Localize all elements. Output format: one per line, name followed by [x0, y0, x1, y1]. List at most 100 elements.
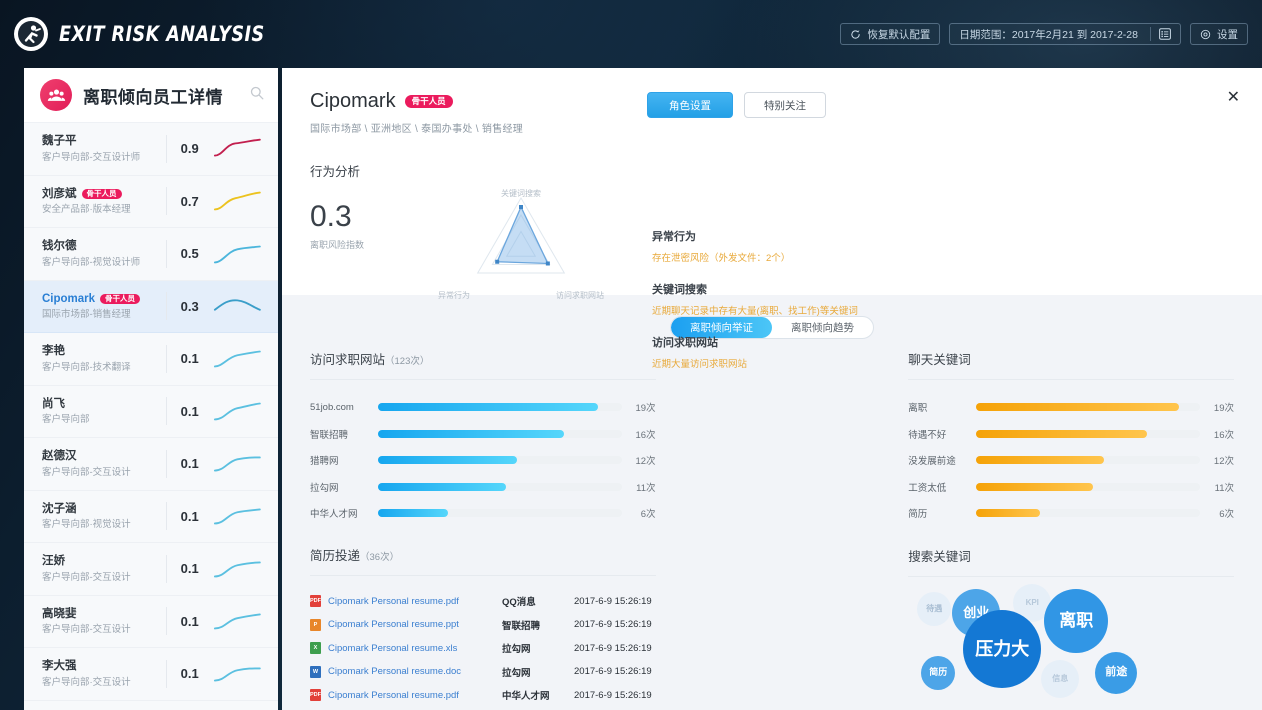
bar-label: 工资太低: [908, 482, 947, 494]
sidebar-item-钱尔德[interactable]: 钱尔德 客户导向部-视觉设计师 0.5: [24, 228, 278, 281]
divider: [165, 344, 167, 373]
resumes-title-text: 简历投递: [310, 548, 361, 563]
employee-info: 刘彦斌 骨干人员 安全产品部·版本经理: [42, 187, 164, 216]
svg-text:访问求职网站: 访问求职网站: [556, 290, 604, 300]
jobsites-title: 访问求职网站（123次）: [310, 349, 656, 368]
resume-list[interactable]: PDF Cipomark Personal resume.pdf QQ消息 2017-…: [310, 590, 656, 708]
keyword-bubble[interactable]: 简历: [921, 655, 956, 690]
bar-fill: [378, 482, 506, 491]
bar-track: [378, 456, 622, 465]
resume-source: QQ消息: [502, 597, 536, 609]
employee-department: 客户导向部-交互设计: [42, 466, 131, 478]
sidebar-item-李大强[interactable]: 李大强 客户导向部·交互设计 0.1: [24, 648, 278, 701]
resume-row[interactable]: P Cipomark Personal resume.ppt 智联招聘 2017-6-…: [310, 613, 656, 637]
risk-sparkline: [214, 613, 262, 630]
employee-risk-score: 0.1: [180, 456, 199, 472]
resume-file-name[interactable]: Cipomark Personal resume.pdf: [328, 690, 502, 701]
employee-info: 钱尔德客户导向部-视觉设计师: [42, 239, 164, 268]
resume-row[interactable]: W Cipomark Personal resume.doc 拉勾网 2017-6-9…: [310, 660, 656, 684]
search-icon[interactable]: [250, 86, 264, 105]
employee-name-text: 李大强: [42, 660, 77, 673]
employee-name: 沈子涵: [42, 502, 164, 516]
restore-default-config-button[interactable]: 恢复默认配置: [840, 23, 941, 45]
resume-file-name[interactable]: Cipomark Personal resume.ppt: [328, 619, 502, 630]
divider: [165, 554, 167, 583]
resume-file-name[interactable]: Cipomark Personal resume.doc: [328, 666, 502, 677]
date-range-button[interactable]: 日期范围：2017年2月21 到 2017-2-28: [949, 23, 1181, 45]
risk-sparkline: [214, 350, 262, 368]
alert-item: 异常行为 存在泄密风险（外发文件：2个）: [652, 228, 1072, 264]
sidebar-item-尚飞[interactable]: 尚飞 客户导向部 0.1: [24, 386, 278, 438]
sidebar-item-赵德汉[interactable]: 赵德汉 客户导向部-交互设计 0.1: [24, 438, 278, 491]
resume-row[interactable]: X Cipomark Personal resume.xls 拉勾网 2017-6-9…: [310, 637, 656, 661]
sidebar-employee-list[interactable]: 魏子平 客户导向部-交互设计师 0.9 刘彦斌 骨干人员 安全产品部·版本经理 0.7 钱尔德…: [24, 123, 278, 710]
keyword-bubble[interactable]: 压力大: [963, 609, 1042, 688]
bar-track: [976, 403, 1200, 412]
alert-heading: 关键词搜索: [652, 284, 707, 296]
file-type-icon: PDF: [310, 595, 321, 608]
bar-row: 没发展前途 12次: [908, 447, 1234, 474]
employee-risk-score: 0.1: [180, 561, 199, 577]
employee-department: 客户导向部-视觉设计师: [42, 256, 141, 268]
center-spacer: [656, 349, 909, 710]
sidebar-item-魏子平[interactable]: 魏子平 客户导向部-交互设计师 0.9: [24, 123, 278, 176]
role-settings-button[interactable]: 角色设置: [647, 92, 733, 118]
risk-sparkline: [214, 456, 262, 472]
keyword-bubble[interactable]: 离职: [1044, 588, 1109, 653]
employee-department: 客户导向部·视觉设计: [42, 519, 131, 531]
keyword-bubble[interactable]: 待遇: [917, 591, 952, 626]
sidebar-item-沈子涵[interactable]: 沈子涵 客户导向部·视觉设计 0.1: [24, 491, 278, 543]
file-type-icon: X: [310, 642, 321, 655]
alert-item: 关键词搜索 近期聊天记录中存有大量(离职、找工作)等关键词: [652, 281, 1072, 317]
employee-department: 客户导向部-技术翻译: [42, 361, 131, 373]
sidebar-item-汪娇[interactable]: 汪娇客户导向部-交互设计 0.1: [24, 543, 278, 596]
employee-name: 魏子平: [42, 134, 164, 148]
employee-risk-score: 0.1: [180, 666, 199, 682]
sidebar-item-高晓婓[interactable]: 高晓婓 客户导向部-交互设计 0.1: [24, 596, 278, 648]
resume-file-name[interactable]: Cipomark Personal resume.pdf: [328, 596, 502, 607]
sidebar: 离职倾向员工详情 魏子平 客户导向部-交互设计师 0.9 刘彦斌 骨干人员 安全产品部·版…: [24, 68, 278, 710]
special-attention-button[interactable]: 特别关注: [744, 92, 826, 118]
risk-sparkline: [214, 191, 262, 211]
calendar-list-icon[interactable]: [1159, 28, 1171, 40]
employee-risk-score: 0.9: [180, 141, 199, 157]
sidebar-item-刘彦斌[interactable]: 刘彦斌 骨干人员 安全产品部·版本经理 0.7: [24, 176, 278, 228]
employee-name: 钱尔德: [42, 239, 164, 253]
sidebar-item-李艳[interactable]: 李艳 客户导向部-技术翻译 0.1: [24, 333, 278, 386]
bar-value: 6次: [640, 509, 656, 521]
employee-name-text: 魏子平: [42, 135, 77, 148]
employee-name: 汪娇: [42, 554, 164, 568]
keyword-bubble[interactable]: 信息: [1041, 659, 1080, 698]
employee-department: 客户导向部-交互设计: [42, 571, 131, 583]
resume-timestamp: 2017-6-9 15:26:19: [574, 642, 652, 654]
page-title: Cipomark: [310, 90, 396, 112]
date-range-label: 日期范围：2017年2月21 到 2017-2-28: [959, 28, 1138, 41]
top-bar: EXIT RISK ANALYSIS 恢复默认配置 日期范围：2017年2月21…: [0, 0, 1262, 68]
bar-label: 中华人才网: [310, 509, 358, 521]
employee-name: 李大强: [42, 659, 164, 673]
employee-info: 尚飞 客户导向部: [42, 397, 164, 426]
settings-button[interactable]: 设置: [1190, 23, 1248, 45]
bar-fill: [378, 429, 564, 438]
sidebar-title: 离职倾向员工详情: [83, 87, 223, 107]
bar-label: 待遇不好: [908, 429, 947, 441]
bar-fill: [378, 403, 599, 412]
sidebar-item-cipomark[interactable]: Cipomark 骨干人员 国际市场部-销售经理 0.3: [24, 280, 278, 333]
divider: [165, 134, 167, 163]
jobsites-bar-chart: 51job.com 19次 智联招聘 16次 猎聘网 12次 拉勾网 11次 中华人才网 6次: [310, 394, 656, 527]
bar-label: 离职: [908, 403, 928, 415]
right-column: 聊天关键词 离职 19次 待遇不好 16次 没发展前途 12次 工资太低 11次 简历 6次 搜索…: [908, 349, 1234, 710]
bar-value: 6次: [1219, 509, 1234, 521]
risk-score-block: 0.3 离职风险指数: [310, 186, 396, 304]
bar-value: 16次: [1213, 429, 1234, 441]
resume-file-name[interactable]: Cipomark Personal resume.xls: [328, 643, 502, 654]
breadcrumb: 国际市场部 \ 亚洲地区 \ 泰国办事处 \ 销售经理: [310, 124, 524, 135]
employee-info: 魏子平 客户导向部-交互设计师: [42, 134, 164, 163]
keyword-bubble[interactable]: 前途: [1095, 651, 1138, 694]
resume-row[interactable]: PDF Cipomark Personal resume.pdf 中华人才网 2017…: [310, 684, 656, 708]
resume-row[interactable]: PDF Cipomark Personal resume.pdf QQ消息 2017-…: [310, 590, 656, 614]
app-root: EXIT RISK ANALYSIS 恢复默认配置 日期范围：2017年2月21…: [0, 0, 1262, 710]
employee-department: 国际市场部-销售经理: [42, 309, 131, 321]
bar-row: 猎聘网 12次: [310, 447, 656, 474]
settings-label: 设置: [1217, 28, 1238, 41]
